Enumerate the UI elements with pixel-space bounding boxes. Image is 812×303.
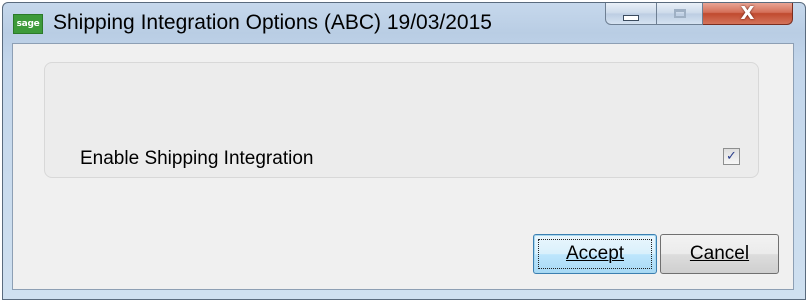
caption-buttons: X [605,3,793,27]
title-bar[interactable]: sage Shipping Integration Options (ABC) … [3,3,805,43]
dialog-window: sage Shipping Integration Options (ABC) … [2,2,806,300]
window-title: Shipping Integration Options (ABC) 19/03… [53,11,492,34]
checkmark-icon: ✓ [726,149,737,164]
enable-shipping-integration-label: Enable Shipping Integration [80,148,314,169]
enable-shipping-integration-checkbox[interactable]: ✓ [723,148,740,165]
accept-button[interactable]: Accept [533,234,657,274]
minimize-icon [623,14,639,21]
cancel-button[interactable]: Cancel [660,234,779,274]
cancel-button-label: Cancel [689,243,750,264]
minimize-button[interactable] [605,3,657,25]
close-icon: X [740,2,755,24]
maximize-icon [673,9,686,18]
dialog-body: Enable Shipping Integration ✓ Accept Can… [12,43,794,290]
close-button[interactable]: X [703,3,793,25]
maximize-button[interactable] [657,3,703,25]
sage-logo-icon: sage [13,14,43,34]
accept-button-label: Accept [565,243,625,264]
